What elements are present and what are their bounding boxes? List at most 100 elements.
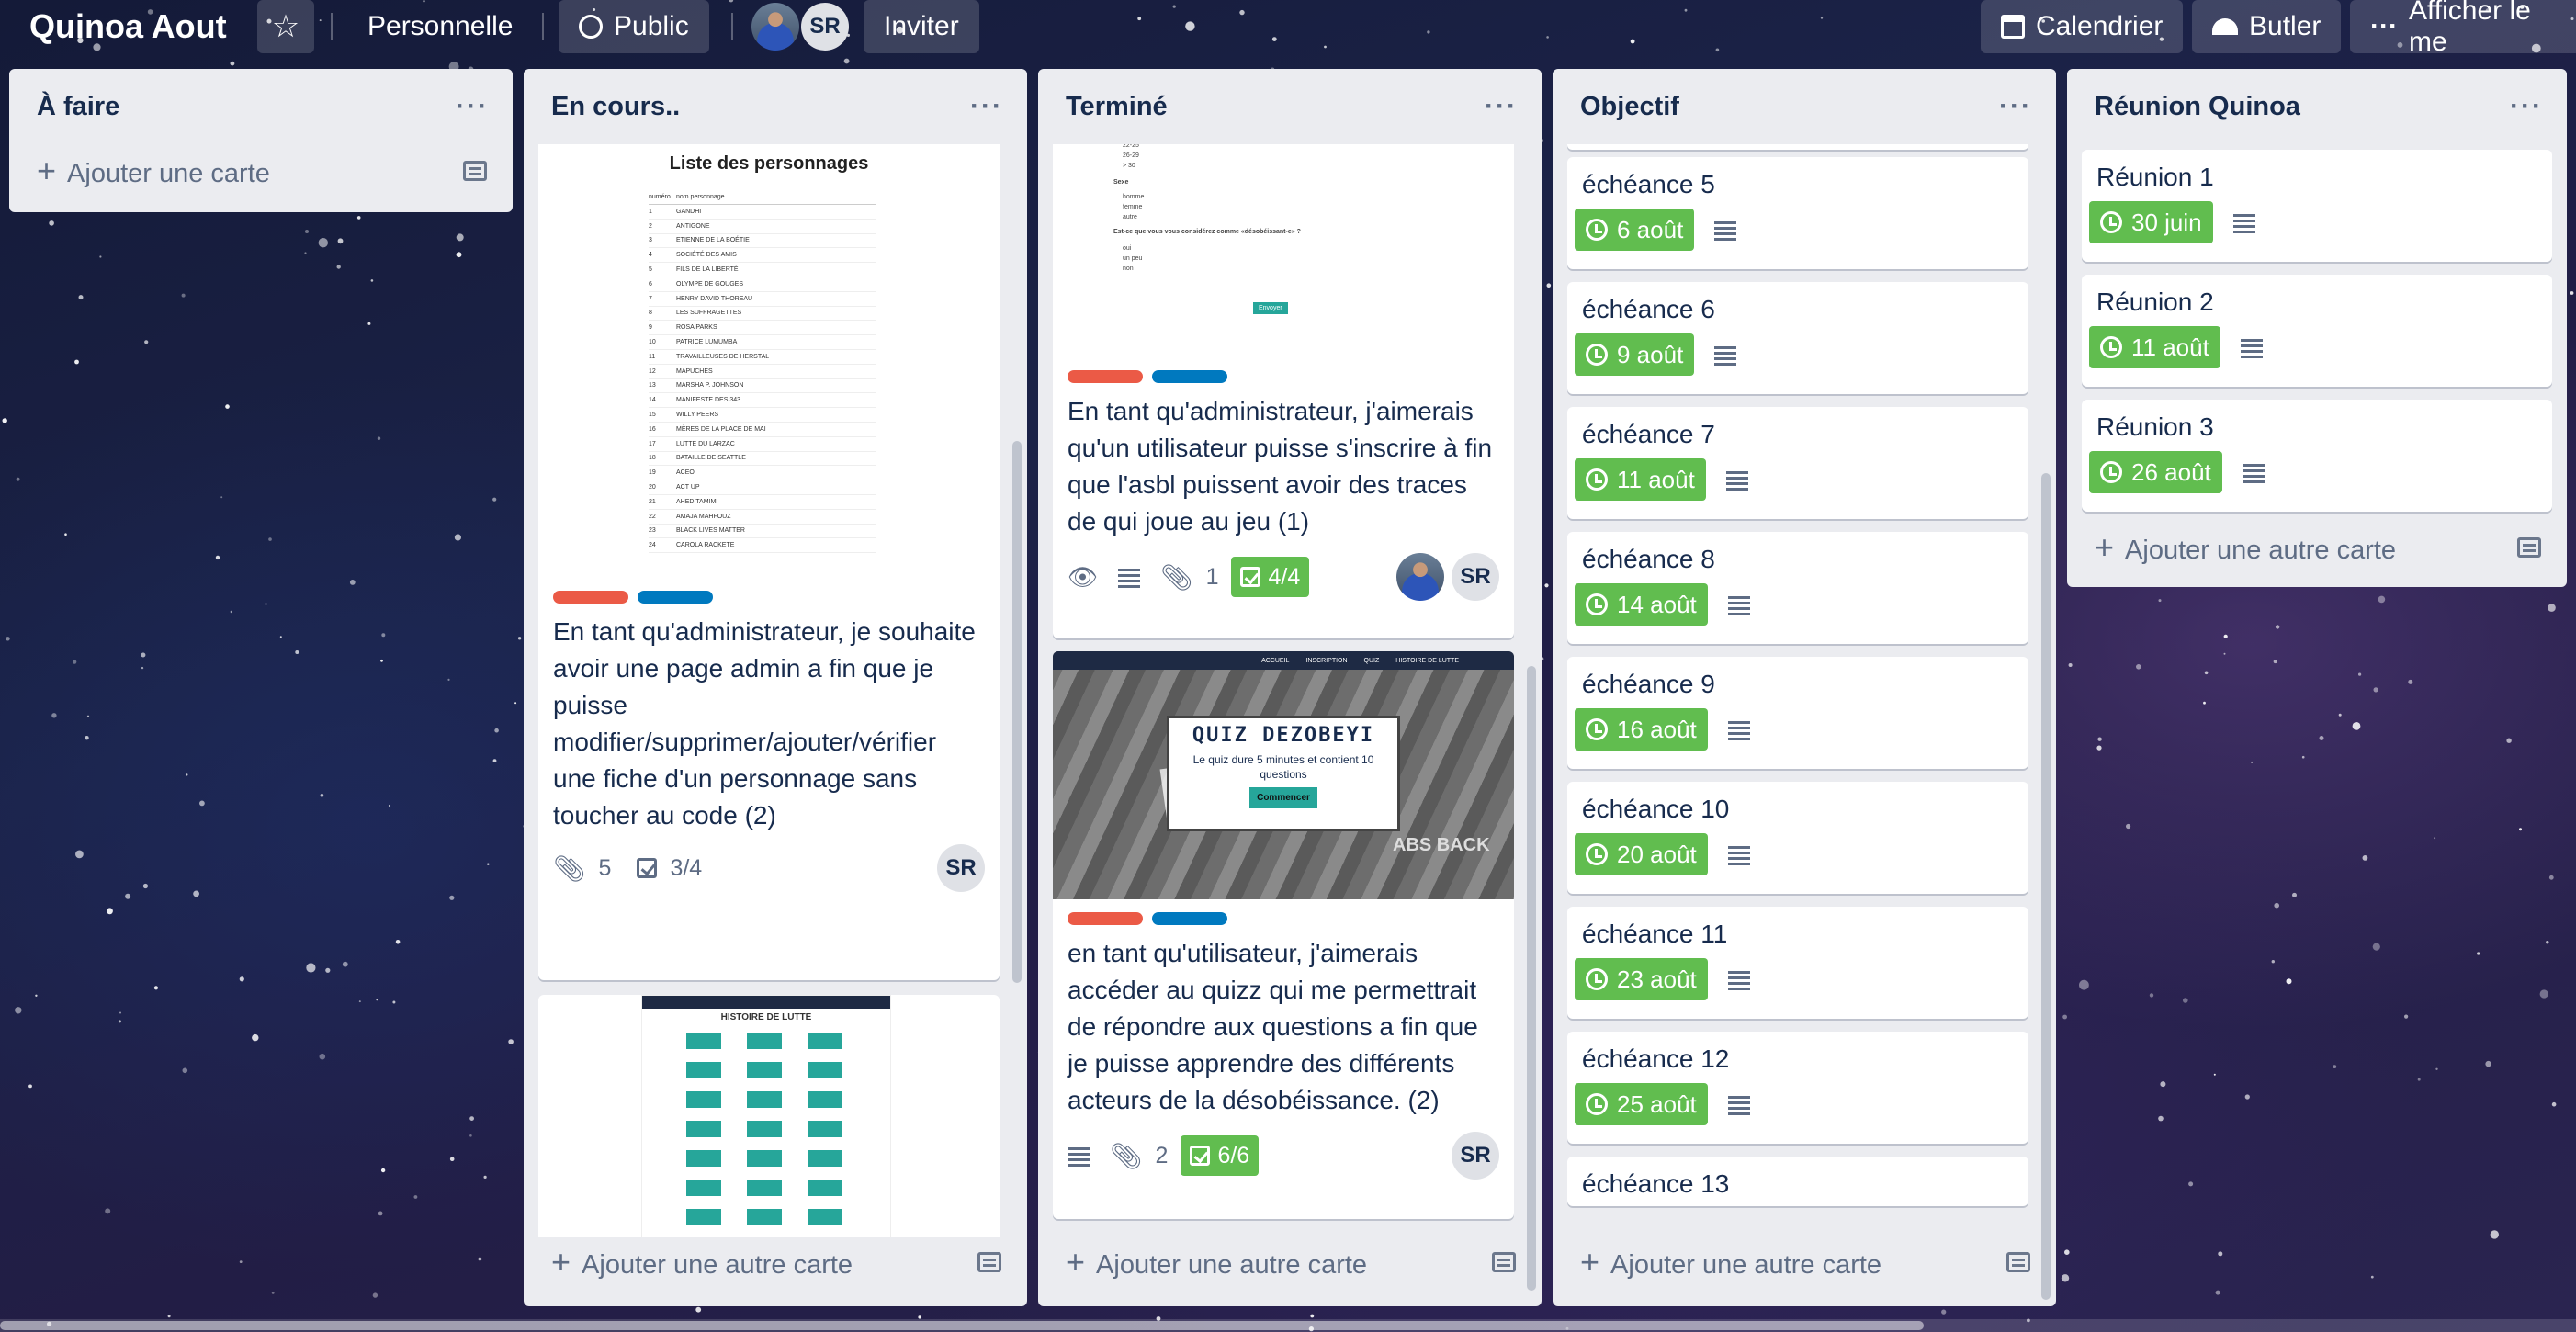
calendar-button[interactable]: Calendrier (1981, 0, 2184, 53)
card-template-icon[interactable] (463, 161, 487, 181)
cover-row-number: 3 (649, 237, 652, 244)
card-item[interactable]: échéance 7 11 août (1567, 407, 2028, 519)
workspace-label: Personnelle (367, 11, 514, 41)
cover-table-row: 22 AMAJA MAHFOUZ (649, 510, 876, 525)
due-date-badge[interactable]: 16 août (1575, 708, 1708, 751)
member-avatar[interactable]: SR (801, 3, 849, 51)
add-card-button[interactable]: + Ajouter une autre carte (1553, 1230, 2056, 1294)
card-item[interactable]: échéance 11 23 août (1567, 907, 2028, 1019)
cover-row-name: ANTIGONE (676, 222, 710, 230)
board-scrollbar-thumb[interactable] (0, 1321, 1924, 1330)
card-member-avatar[interactable]: SR (1452, 1132, 1499, 1180)
visibility-button[interactable]: Public (559, 0, 709, 53)
due-date-badge[interactable]: 30 juin (2089, 201, 2213, 243)
card-quiz[interactable]: ACCUEIL INSCRIPTION QUIZ HISTOIRE DE LUTTE … (1053, 651, 1514, 1219)
star-button[interactable]: ☆ (257, 0, 314, 53)
cover-row-number: 5 (649, 266, 652, 274)
board-title[interactable]: Quinoa Aout (29, 0, 227, 53)
card-member-avatar-photo[interactable] (1396, 553, 1444, 601)
list-title[interactable]: Terminé (1066, 92, 1168, 122)
due-date-label: 30 juin (2131, 208, 2202, 236)
list-menu-icon[interactable]: ··· (970, 91, 1003, 122)
cover-col-header: numéro (649, 194, 671, 200)
cover-table-row: 17 LUTTE DU LARZAC (649, 437, 876, 452)
add-card-button[interactable]: + Ajouter une autre carte (524, 1230, 1027, 1294)
card-registration[interactable]: 22-25 26-29 > 30 Sexe homme femme autre Est-… (1053, 144, 1514, 638)
due-date-badge[interactable]: 6 août (1575, 209, 1695, 251)
due-date-badge[interactable]: 25 août (1575, 1083, 1708, 1125)
star-dot (2485, 1060, 2491, 1067)
card-item[interactable]: échéance 5 6 août (1567, 157, 2028, 269)
card-item[interactable]: échéance 8 14 août (1567, 532, 2028, 644)
card-clipped[interactable] (1567, 144, 2028, 150)
butler-button[interactable]: Butler (2192, 0, 2342, 53)
list-scrollbar[interactable] (2041, 473, 2051, 1300)
card-badges: 26 août (2082, 451, 2552, 493)
card-template-icon[interactable] (2006, 1252, 2030, 1272)
due-date-badge[interactable]: 11 août (1575, 458, 1706, 501)
card-item[interactable]: Réunion 3 26 août (2082, 400, 2552, 512)
checklist-badge: 6/6 (1181, 1135, 1260, 1176)
cover-row-name: AMAJA MAHFOUZ (676, 513, 731, 520)
card-title: échéance 12 (1582, 1044, 1730, 1073)
card-admin-page[interactable]: Liste des personnages numéro nom personna… (538, 144, 1000, 980)
card-item[interactable]: échéance 13 (1567, 1157, 2028, 1206)
card-member-avatar[interactable]: SR (937, 844, 985, 892)
cover-row-name: WILLY PEERS (676, 412, 719, 419)
due-date-badge[interactable]: 20 août (1575, 833, 1708, 875)
list-title[interactable]: Réunion Quinoa (2095, 92, 2300, 122)
card-title: Réunion 1 (2096, 163, 2214, 191)
cover-grid-tile (747, 1121, 782, 1137)
cover-table-row: 8 LES SUFFRAGETTES (649, 307, 876, 322)
card-template-icon[interactable] (2517, 537, 2541, 558)
add-card-button[interactable]: + Ajouter une autre carte (1038, 1230, 1542, 1294)
checklist-count: 4/4 (1268, 563, 1301, 590)
show-menu-button[interactable]: ··· Afficher le me (2350, 0, 2576, 57)
list-title[interactable]: À faire (37, 92, 119, 122)
card-template-icon[interactable] (1492, 1252, 1516, 1272)
list-title[interactable]: Objectif (1580, 92, 1679, 122)
due-date-badge[interactable]: 11 août (2089, 326, 2220, 368)
card-member-avatar[interactable]: SR (1452, 553, 1499, 601)
card-item[interactable]: échéance 6 9 août (1567, 282, 2028, 394)
star-dot (49, 220, 54, 226)
card-item[interactable]: échéance 10 20 août (1567, 782, 2028, 894)
list-scrollbar[interactable] (1527, 666, 1536, 1291)
member-avatar-photo[interactable] (751, 3, 799, 51)
star-dot (2319, 736, 2324, 740)
workspace-button[interactable]: Personnelle (347, 0, 533, 53)
card-item[interactable]: échéance 9 16 août (1567, 657, 2028, 769)
card-item[interactable]: échéance 12 25 août (1567, 1032, 2028, 1144)
list-menu-icon[interactable]: ··· (2510, 91, 2543, 122)
star-dot (517, 637, 522, 640)
star-dot (356, 216, 361, 220)
card-title: échéance 5 (1582, 170, 1715, 198)
card-item[interactable]: Réunion 1 30 juin (2082, 150, 2552, 262)
add-card-button[interactable]: + Ajouter une carte (9, 139, 513, 203)
attachment-count: 1 (1205, 563, 1219, 590)
cover-grid-tile (686, 1150, 721, 1167)
add-card-button[interactable]: + Ajouter une autre carte (2067, 515, 2567, 580)
star-dot (483, 1175, 487, 1179)
invite-button[interactable]: Inviter (864, 0, 979, 53)
list-scrollbar[interactable] (1012, 441, 1022, 983)
card-item[interactable]: Réunion 2 11 août (2082, 275, 2552, 387)
list-menu-icon[interactable]: ··· (456, 91, 489, 122)
star-dot (2160, 1081, 2166, 1088)
card-title: échéance 10 (1582, 795, 1730, 823)
star-dot (2251, 761, 2254, 763)
card-history[interactable]: HISTOIRE DE LUTTE (538, 995, 1000, 1237)
list-menu-icon[interactable]: ··· (1999, 91, 2032, 122)
butler-label: Butler (2249, 11, 2322, 41)
list-title[interactable]: En cours.. (551, 92, 680, 122)
due-date-badge[interactable]: 9 août (1575, 333, 1695, 376)
cover-grid-tile (808, 1121, 842, 1137)
star-dot (75, 850, 84, 859)
due-date-badge[interactable]: 23 août (1575, 958, 1708, 1000)
due-date-badge[interactable]: 14 août (1575, 583, 1708, 626)
card-template-icon[interactable] (977, 1252, 1001, 1272)
list-menu-icon[interactable]: ··· (1485, 91, 1518, 122)
card-title: échéance 6 (1582, 295, 1715, 323)
cover-grid-tile (686, 1033, 721, 1049)
due-date-badge[interactable]: 26 août (2089, 451, 2222, 493)
